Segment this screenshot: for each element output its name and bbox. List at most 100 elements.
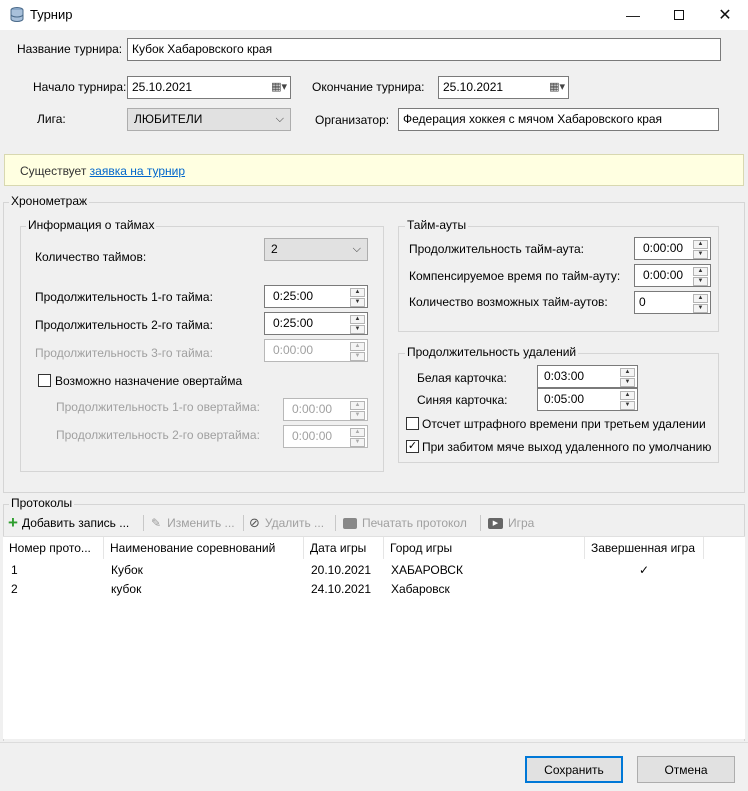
delete-record-button[interactable]: ⊘ Удалить ... <box>249 514 324 532</box>
overtime-1-stepper: 0:00:00 ▲ ▼ <box>283 398 368 421</box>
blue-card-stepper[interactable]: 0:05:00 ▲ ▼ <box>537 388 638 411</box>
column-header[interactable]: Наименование соревнований <box>104 537 304 559</box>
period-2-stepper[interactable]: 0:25:00 ▲ ▼ <box>264 312 368 335</box>
blue-card-value: 0:05:00 <box>544 392 585 406</box>
game-city: Хабаровск <box>391 582 450 596</box>
application-link[interactable]: заявка на турнир <box>90 164 185 178</box>
tournament-name-label: Название турнира: <box>17 42 123 56</box>
spinner[interactable]: ▲ ▼ <box>350 288 365 307</box>
game-date: 24.10.2021 <box>311 582 372 596</box>
third-penalty-label: Отсчет штрафного времени при третьем уда… <box>422 417 706 431</box>
overtime-2-value: 0:00:00 <box>292 429 333 443</box>
spinner[interactable]: ▲ ▼ <box>350 315 365 334</box>
cancel-button[interactable]: Отмена <box>637 756 735 783</box>
table-row[interactable]: 2 кубок 24.10.2021 Хабаровск <box>3 579 745 598</box>
timeout-count-value: 0 <box>639 295 646 309</box>
league-select[interactable]: ЛЮБИТЕЛИ ⌵ <box>127 108 291 131</box>
timeout-count-stepper[interactable]: 0 ▲ ▼ <box>634 291 711 314</box>
chevron-down-icon: ⌵ <box>275 113 284 125</box>
check-icon: ✓ <box>407 440 418 452</box>
spinner[interactable]: ▲ ▼ <box>620 391 635 410</box>
spinner[interactable]: ▲ ▼ <box>693 267 708 286</box>
notice-text: Существует заявка на турнир <box>20 164 186 178</box>
maximize-button[interactable] <box>656 0 702 30</box>
arrow-up-icon: ▲ <box>693 267 708 276</box>
arrow-up-icon: ▲ <box>350 315 365 324</box>
game-label: Игра <box>508 516 535 530</box>
tournament-name-input[interactable]: Кубок Хабаровского края <box>127 38 721 61</box>
arrow-down-icon: ▼ <box>350 298 365 307</box>
arrow-down-icon: ▼ <box>350 352 365 361</box>
organizer-input[interactable]: Федерация хоккея с мячом Хабаровского кр… <box>398 108 719 131</box>
spinner[interactable]: ▲ ▼ <box>620 368 635 387</box>
calendar-icon[interactable]: ▦▾ <box>271 80 287 93</box>
close-button[interactable]: ✕ <box>702 0 748 30</box>
period-1-stepper[interactable]: 0:25:00 ▲ ▼ <box>264 285 368 308</box>
period-2-value: 0:25:00 <box>273 316 314 330</box>
save-button[interactable]: Сохранить <box>525 756 623 783</box>
arrow-up-icon: ▲ <box>620 368 635 377</box>
spinner: ▲ ▼ <box>350 342 365 361</box>
minimize-button[interactable]: — <box>610 0 656 30</box>
spinner[interactable]: ▲ ▼ <box>693 294 708 313</box>
pencil-icon: ✎ <box>151 516 162 530</box>
spinner: ▲ ▼ <box>350 401 365 420</box>
compensated-time-stepper[interactable]: 0:00:00 ▲ ▼ <box>634 264 711 287</box>
database-icon <box>10 7 24 23</box>
penalties-group-title: Продолжительность удалений <box>405 345 579 359</box>
period-count-label: Количество таймов: <box>35 250 147 264</box>
edit-record-button[interactable]: ✎ Изменить ... <box>151 514 235 532</box>
add-record-button[interactable]: + Добавить запись ... <box>8 514 129 532</box>
column-header[interactable]: Завершенная игра <box>585 537 704 559</box>
play-video-icon: ▶ <box>488 517 503 529</box>
arrow-down-icon: ▼ <box>350 325 365 334</box>
start-date-picker[interactable]: 25.10.2021 ▦▾ <box>127 76 291 99</box>
third-penalty-checkbox[interactable] <box>406 417 419 430</box>
compensated-time-value: 0:00:00 <box>643 268 684 282</box>
timeout-duration-stepper[interactable]: 0:00:00 ▲ ▼ <box>634 237 711 260</box>
overtime-checkbox[interactable] <box>38 374 51 387</box>
column-header[interactable]: Дата игры <box>304 537 384 559</box>
arrow-down-icon: ▼ <box>620 378 635 387</box>
period-3-label: Продолжительность 3-го тайма: <box>35 346 213 360</box>
table-row[interactable]: 1 Кубок 20.10.2021 ХАБАРОВСК ✓ <box>3 560 745 579</box>
printer-icon <box>343 517 357 529</box>
toolbar-separator <box>143 515 144 531</box>
end-date-picker[interactable]: 25.10.2021 ▦▾ <box>438 76 569 99</box>
toolbar-separator <box>335 515 336 531</box>
protocols-group-title: Протоколы <box>9 496 75 510</box>
goal-exit-checkbox[interactable]: ✓ <box>406 440 419 453</box>
column-header[interactable]: Город игры <box>384 537 585 559</box>
league-label: Лига: <box>37 112 66 126</box>
column-header[interactable]: Номер прото... <box>3 537 104 559</box>
delete-record-label: Удалить ... <box>264 516 325 530</box>
period-2-label: Продолжительность 2-го тайма: <box>35 318 213 332</box>
overtime-2-label: Продолжительность 2-го овертайма: <box>56 428 260 442</box>
period-3-value: 0:00:00 <box>273 343 314 357</box>
game-button[interactable]: ▶ Игра <box>488 514 534 532</box>
timeout-count-label: Количество возможных тайм-аутов: <box>409 295 608 309</box>
title-bar: Турнир — ✕ <box>0 0 748 30</box>
arrow-down-icon: ▼ <box>693 250 708 259</box>
no-entry-icon: ⊘ <box>249 515 260 530</box>
overtime-2-stepper: 0:00:00 ▲ ▼ <box>283 425 368 448</box>
white-card-stepper[interactable]: 0:03:00 ▲ ▼ <box>537 365 638 388</box>
overtime-label: Возможно назначение овертайма <box>55 374 243 388</box>
arrow-up-icon: ▲ <box>693 240 708 249</box>
window-title: Турнир <box>30 7 73 22</box>
spinner[interactable]: ▲ ▼ <box>693 240 708 259</box>
period-count-select[interactable]: 2 ⌵ <box>264 238 368 261</box>
arrow-down-icon: ▼ <box>620 401 635 410</box>
arrow-up-icon: ▲ <box>350 401 365 410</box>
timing-group-title: Хронометраж <box>9 194 90 208</box>
competition-name: кубок <box>111 582 142 596</box>
start-date-value: 25.10.2021 <box>132 80 193 94</box>
chevron-down-icon: ⌵ <box>352 243 361 255</box>
calendar-icon[interactable]: ▦▾ <box>549 80 565 93</box>
spinner: ▲ ▼ <box>350 428 365 447</box>
check-icon: ✓ <box>639 563 650 577</box>
white-card-value: 0:03:00 <box>544 369 585 383</box>
white-card-label: Белая карточка: <box>417 371 507 385</box>
toolbar-separator <box>480 515 481 531</box>
print-protocol-button[interactable]: Печатать протокол <box>343 514 467 532</box>
